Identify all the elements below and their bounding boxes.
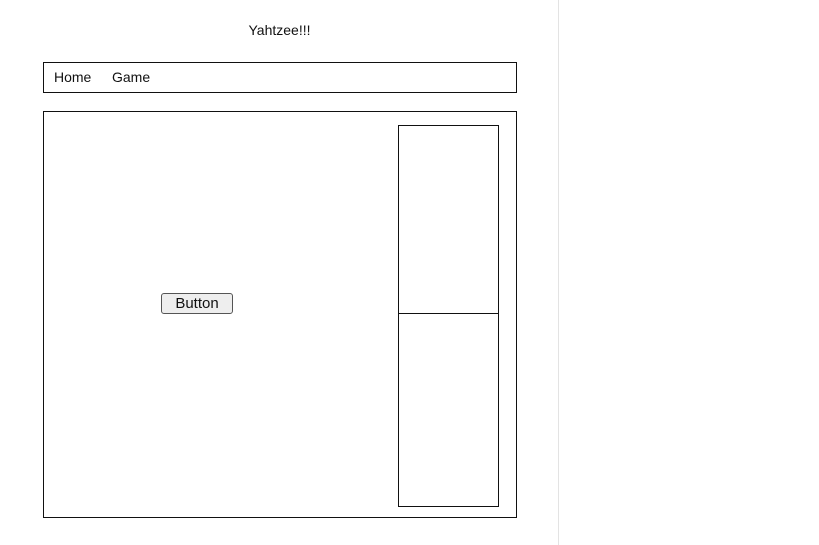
game-panel: Button (43, 111, 517, 518)
vertical-divider (558, 0, 559, 545)
nav-link-home[interactable]: Home (54, 69, 91, 86)
page: Yahtzee!!! Home Game Button (0, 0, 819, 545)
site-title: Yahtzee!!! (248, 22, 311, 38)
score-column (398, 125, 499, 507)
score-box-bottom (399, 314, 498, 506)
score-box-top (399, 126, 498, 314)
main-button[interactable]: Button (161, 293, 233, 314)
nav-link-game[interactable]: Game (112, 69, 150, 86)
top-nav: Home Game (43, 62, 517, 93)
